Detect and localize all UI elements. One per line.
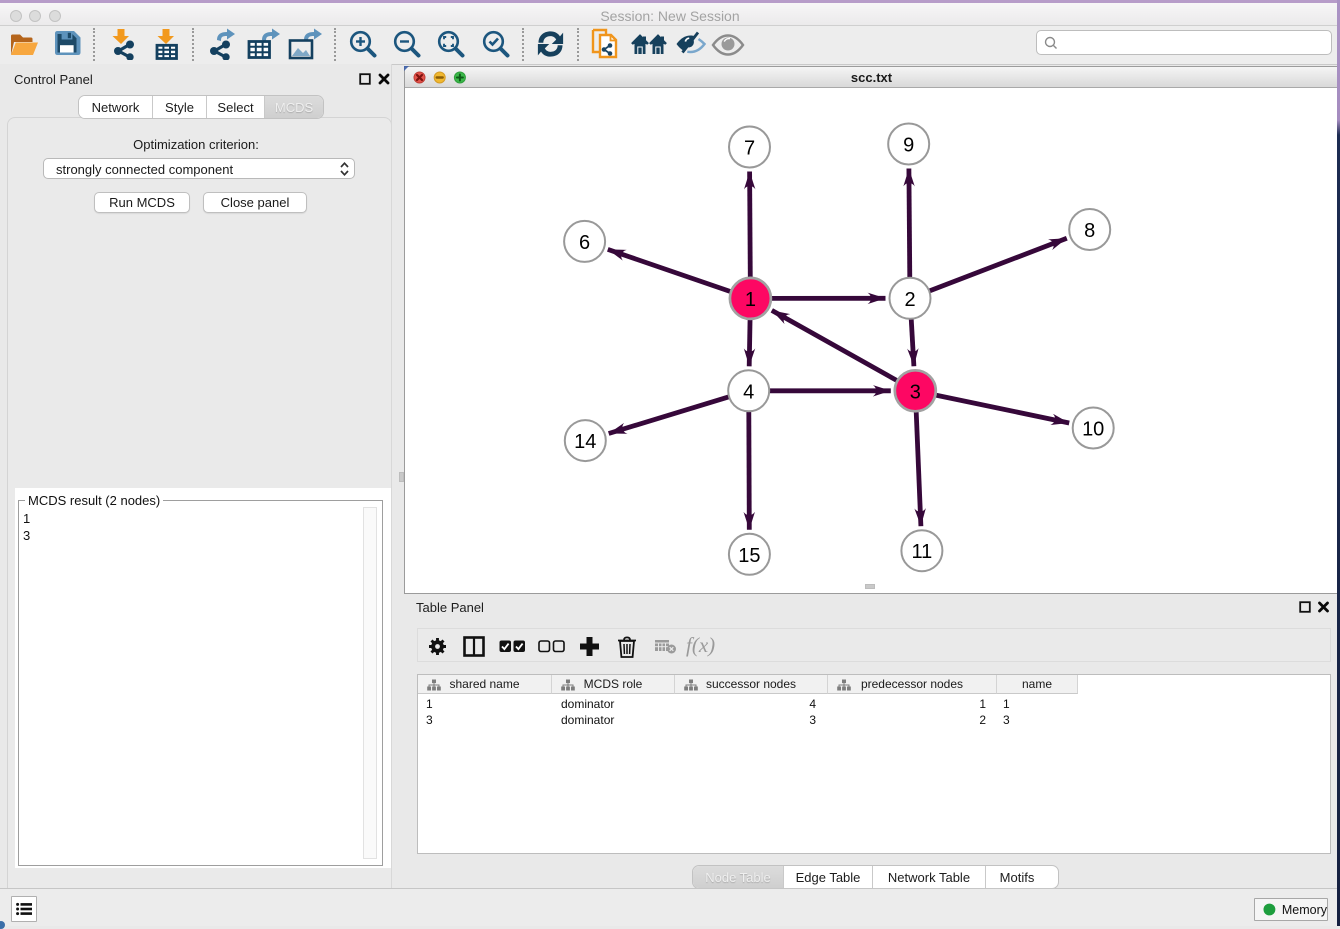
svg-text:7: 7 (744, 138, 755, 160)
svg-text:9: 9 (903, 135, 914, 157)
svg-text:8: 8 (1084, 220, 1095, 242)
svg-text:6: 6 (579, 232, 590, 254)
svg-text:15: 15 (738, 545, 760, 567)
svg-text:10: 10 (1082, 419, 1104, 441)
svg-text:2: 2 (904, 289, 915, 311)
svg-text:3: 3 (910, 381, 921, 403)
svg-text:1: 1 (745, 289, 756, 311)
svg-text:11: 11 (912, 541, 933, 563)
svg-text:4: 4 (743, 381, 754, 403)
svg-text:14: 14 (574, 431, 596, 453)
